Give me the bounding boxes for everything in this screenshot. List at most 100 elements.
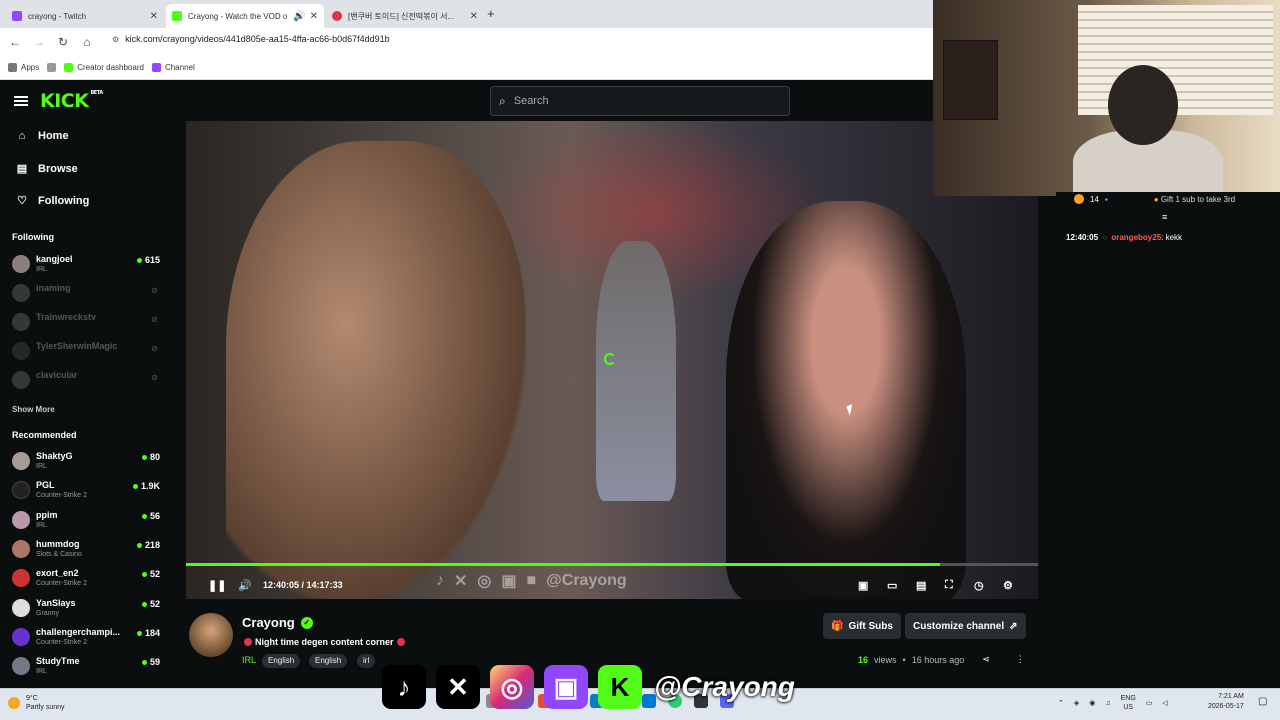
sidebar-channel-studytme[interactable]: StudyTme IRL 59: [12, 653, 160, 679]
pause-icon[interactable]: ❚❚: [208, 579, 226, 592]
channel-category: IRL: [36, 266, 47, 273]
volume-icon[interactable]: 🔊: [238, 579, 252, 592]
heart-icon: ♡: [17, 195, 27, 207]
site-favicon-icon: [332, 11, 342, 21]
sidebar-channel-ppim[interactable]: ppim IRL 56: [12, 507, 160, 533]
chat-message: 12:40:05 ○ orangeboy25: kekk: [1066, 233, 1182, 242]
sidebar-channel-shaktyg[interactable]: ShaktyG IRL 80: [12, 448, 160, 474]
mic-icon[interactable]: ♫: [1105, 700, 1110, 707]
channel-name: ppim: [36, 510, 58, 520]
volume-tray-icon[interactable]: ◁: [1162, 699, 1167, 707]
customize-channel-button[interactable]: Customize channel ⇗: [905, 613, 1026, 639]
notification-icon[interactable]: ▢: [1258, 696, 1267, 707]
video-scene-guest: [726, 201, 966, 599]
avatar: [12, 599, 30, 617]
gift-leaderboard[interactable]: 14 ▪ ● Gift 1 sub to take 3rd: [1074, 194, 1235, 204]
sidebar-channel-yanslays[interactable]: YanSlays Granny 52: [12, 595, 160, 621]
tab-title: [밴쿠버 토이드] 신전떡볶이 서...: [348, 11, 455, 21]
nav-home[interactable]: ⌂ Home: [16, 130, 69, 142]
channel-name: inaming: [36, 283, 71, 293]
filter-icon[interactable]: ≡: [1162, 212, 1167, 222]
category-link[interactable]: IRL: [242, 655, 256, 665]
share-icon[interactable]: ⋖: [982, 654, 990, 665]
sidebar-channel-kangjoel[interactable]: kangjoel IRL 615: [12, 251, 160, 277]
speaker-icon[interactable]: 🔊: [293, 11, 305, 22]
close-tab-icon[interactable]: ✕: [150, 11, 158, 22]
channel-avatar[interactable]: [189, 613, 233, 657]
network-icon[interactable]: ◈: [1074, 699, 1079, 707]
speed-icon[interactable]: ◷: [974, 579, 984, 592]
browser-tab-kick[interactable]: Crayong - Watch the VOD o 🔊 ✕: [166, 4, 324, 28]
user-badge-icon: ○: [1102, 233, 1108, 242]
bookmark-creator-dashboard[interactable]: Creator dashboard: [64, 63, 144, 72]
miniplayer-icon[interactable]: ▣: [858, 579, 868, 592]
theater-mode-icon[interactable]: ▤: [916, 579, 926, 592]
settings-icon[interactable]: ⚙: [1003, 579, 1013, 592]
video-meta: 16 views • 16 hours ago ⋖ ⋮: [858, 654, 1025, 665]
browser-tab-youtube[interactable]: [밴쿠버 토이드] 신전떡볶이 서... ✕: [326, 4, 484, 28]
menu-icon[interactable]: [14, 96, 28, 106]
reload-icon[interactable]: ↻: [51, 35, 75, 49]
recommended-heading: Recommended: [12, 430, 77, 440]
twitch-icon: [151, 63, 161, 72]
wifi-icon[interactable]: ▭: [1146, 699, 1153, 707]
tag-english-2[interactable]: English: [309, 654, 348, 668]
bookmark-channel[interactable]: Channel: [151, 63, 195, 72]
url-field[interactable]: ⚙ kick.com/crayong/videos/441d805e-aa15-…: [112, 34, 390, 44]
search-icon: ⌕: [499, 93, 506, 108]
gift-subs-button[interactable]: 🎁 Gift Subs: [823, 613, 901, 639]
system-clock[interactable]: 7:21 AM 2026-05-17: [1208, 692, 1244, 712]
kick-header: [0, 81, 933, 121]
fullscreen-icon[interactable]: ⛶: [945, 579, 953, 592]
sidebar-channel-exort-en2[interactable]: exort_en2 Counter-Strike 2 52: [12, 565, 160, 591]
bookmark-grid[interactable]: [47, 63, 57, 72]
kick-icon: K: [598, 665, 642, 709]
sidebar-channel-clavicular[interactable]: clavicular ⊘: [12, 367, 160, 393]
sidebar-channel-trainwreckstv[interactable]: Trainwreckstv ⊘: [12, 309, 160, 335]
video-player[interactable]: ♪ ✕ ◎ ▣ ■ @Crayong ❚❚ 🔊 12:40:05 / 14:17…: [186, 121, 1038, 599]
gift-icon: 🎁: [831, 620, 844, 632]
search-input[interactable]: ⌕ Search: [490, 86, 790, 116]
more-options-icon[interactable]: ⋮: [1016, 654, 1025, 665]
live-dot-icon: [141, 659, 147, 665]
sidebar-channel-challengerchampi[interactable]: challengerchampi... Counter-Strike 2 184: [12, 624, 160, 650]
kick-logo[interactable]: KICK BETA: [40, 90, 103, 112]
show-more-button[interactable]: Show More: [12, 405, 55, 414]
webcam-person-head: [1108, 65, 1178, 145]
clip-icon[interactable]: ▭: [887, 579, 897, 592]
site-info-icon[interactable]: ⚙: [112, 35, 119, 44]
sidebar-channel-tylersherwinmagic[interactable]: TylerSherwinMagic ⊘: [12, 338, 160, 364]
video-age: 16 hours ago: [911, 654, 965, 665]
browser-tab-twitch[interactable]: crayong - Twitch ✕: [6, 4, 164, 28]
back-icon[interactable]: ←: [3, 35, 27, 49]
avatar: [12, 628, 30, 646]
tag-irl[interactable]: irl: [357, 654, 376, 668]
viewer-count: 218: [136, 540, 160, 550]
close-tab-icon[interactable]: ✕: [470, 11, 478, 22]
channel-name-heading[interactable]: Crayong ✓: [242, 615, 313, 630]
channel-name: kangjoel: [36, 254, 73, 264]
security-icon[interactable]: ◉: [1089, 699, 1095, 707]
channel-category: IRL: [36, 522, 47, 529]
bookmark-apps[interactable]: Apps: [8, 63, 39, 72]
verified-icon: ✓: [300, 616, 313, 629]
forward-icon[interactable]: →: [27, 35, 51, 49]
system-tray: ⌃ ◈ ◉ ♫ ENG US ▭ ◁: [1058, 694, 1168, 712]
new-tab-icon[interactable]: +: [487, 6, 495, 21]
nav-following[interactable]: ♡ Following: [16, 194, 89, 208]
close-tab-icon[interactable]: ✕: [310, 11, 318, 22]
language-indicator[interactable]: ENG US: [1121, 694, 1136, 712]
sidebar-channel-hummdog[interactable]: hummdog Slots & Casino 218: [12, 536, 160, 562]
chevron-up-icon[interactable]: ⌃: [1058, 699, 1064, 707]
apps-grid-icon: [8, 63, 17, 72]
nav-browse[interactable]: ▤ Browse: [16, 162, 78, 176]
weather-widget[interactable]: 9°C Partly sunny: [8, 694, 65, 712]
sidebar-channel-pgl[interactable]: PGL Counter-Strike 2 1.9K: [12, 477, 160, 503]
live-dot-icon: [141, 571, 147, 577]
video-progress-bar[interactable]: [186, 563, 1038, 566]
viewer-count: 59: [141, 657, 160, 667]
sidebar-channel-inaming[interactable]: inaming ⊘: [12, 280, 160, 306]
home-browser-icon[interactable]: ⌂: [75, 35, 99, 49]
viewer-count: 52: [141, 599, 160, 609]
tag-english[interactable]: English: [262, 654, 301, 668]
